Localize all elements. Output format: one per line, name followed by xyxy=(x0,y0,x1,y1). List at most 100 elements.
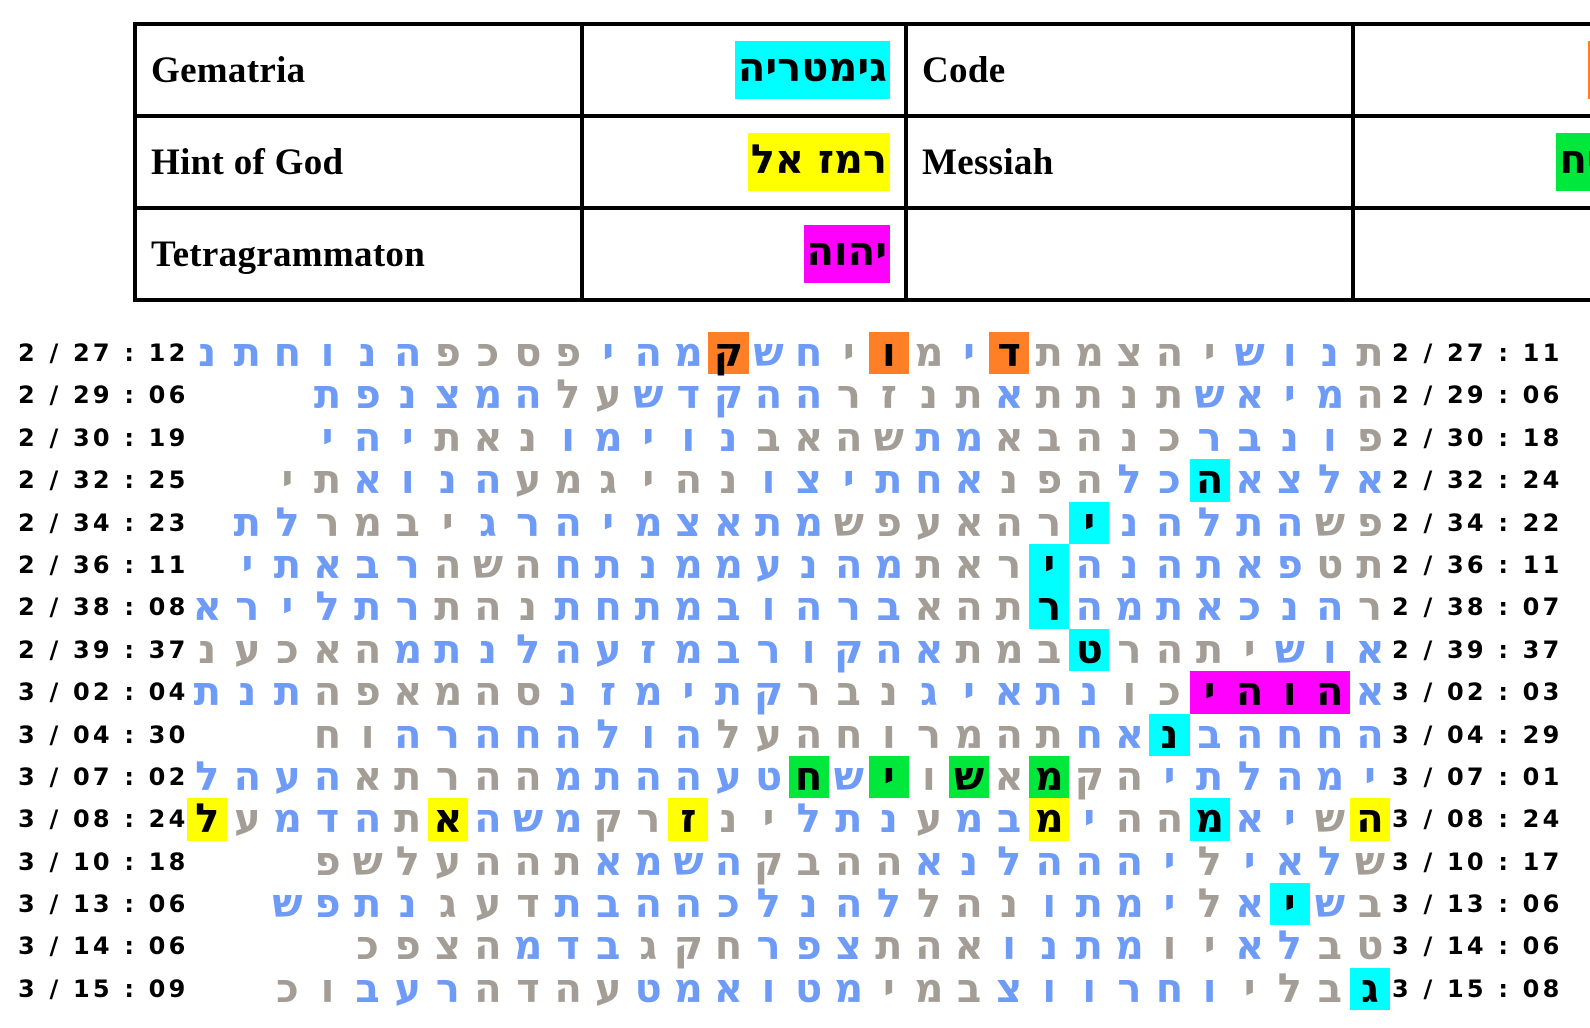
letter-cell: ט xyxy=(754,753,783,800)
letter-cell: א xyxy=(1195,584,1225,631)
verse-ref-right: 2 / 30 : 18 xyxy=(1392,423,1563,452)
letter-cell: י xyxy=(1083,796,1096,843)
legend-label-code: Code xyxy=(922,49,1006,91)
letter-cell: פ xyxy=(314,881,341,928)
legend-row: Gematria גימטריה Code קוד xyxy=(133,22,1590,118)
letter-cell: ר xyxy=(515,499,541,546)
letter-grid-row: השיאמההימבמענתלינזרקמשהאתהדמעל xyxy=(186,796,1390,843)
letter-cell: ו xyxy=(761,965,776,1012)
letter-cell-highlighted: ר xyxy=(1029,586,1070,629)
letter-cell: פ xyxy=(434,330,461,376)
letter-cell: ה xyxy=(714,838,743,885)
legend-label-messiah: Messiah xyxy=(922,141,1054,183)
letter-cell: צ xyxy=(434,372,461,419)
letter-cell-highlighted: י xyxy=(1069,501,1110,544)
verse-ref-left: 2 / 27 : 12 xyxy=(18,339,189,367)
letter-cell xyxy=(187,925,227,967)
letter-cell: ב xyxy=(1237,414,1262,461)
letter-cell: ר xyxy=(1357,584,1382,631)
letter-cell-highlighted: ז xyxy=(668,798,709,841)
letter-cell-highlighted: ט xyxy=(1069,628,1110,672)
letter-cell: ש xyxy=(833,499,864,546)
letter-cell: ה xyxy=(1155,796,1184,843)
letter-cell: י xyxy=(842,330,855,376)
verse-ref-left: 2 / 39 : 37 xyxy=(18,635,189,664)
legend-cell-label: Gematria xyxy=(133,22,584,118)
letter-cell: ר xyxy=(435,965,460,1012)
letter-cell: ד xyxy=(556,923,580,970)
letter-cell: ה xyxy=(1035,838,1063,885)
letter-cell: א xyxy=(713,499,744,546)
letter-cell xyxy=(187,714,227,756)
legend-cell-label: Hint of God xyxy=(133,114,584,210)
letter-cell-highlighted: נ xyxy=(1149,713,1190,756)
letter-cell: ר xyxy=(836,372,861,419)
letter-cell: ר xyxy=(395,584,420,631)
letter-cell: ש xyxy=(673,838,704,885)
letter-cell: ת xyxy=(1356,330,1384,376)
letter-grid-row: ימהלתיהקמאשוישחטעההתמההרתאהעהל xyxy=(186,753,1390,800)
letter-cell: ת xyxy=(353,584,382,631)
letter-cell: י xyxy=(401,414,414,461)
letter-cell: י xyxy=(1283,372,1296,419)
letter-cell: ש xyxy=(1274,626,1305,673)
letter-cell: ו xyxy=(1202,965,1217,1012)
letter-cell: י xyxy=(321,414,334,461)
letter-cell: ת xyxy=(394,753,422,800)
letter-cell: ת xyxy=(313,372,342,419)
letter-cell: ה xyxy=(794,372,823,419)
letter-cell: כ xyxy=(717,881,740,928)
letter-cell: ת xyxy=(1075,372,1103,419)
letter-cell: א xyxy=(1235,923,1265,970)
letter-cell: ה xyxy=(834,541,863,588)
verse-ref-left: 2 / 36 : 11 xyxy=(18,550,189,579)
letter-cell: ש xyxy=(633,372,664,419)
letter-cell: ה xyxy=(554,626,582,673)
letter-cell: ת xyxy=(273,669,302,716)
letter-cell: ת xyxy=(915,541,943,588)
verse-ref-left: 2 / 30 : 19 xyxy=(18,423,189,452)
letter-cell: ה xyxy=(674,457,703,504)
letter-cell: ג xyxy=(919,669,938,716)
letter-cell: ב xyxy=(796,838,821,885)
letter-cell: ה xyxy=(474,669,502,716)
letter-grid-row: בשיאלימתונהללהנלכההבתדעגנתפש xyxy=(186,881,1390,928)
letter-cell: ה xyxy=(474,711,502,758)
letter-cell: נ xyxy=(879,669,898,716)
letter-cell: ז xyxy=(600,669,617,716)
letter-cell: א xyxy=(994,372,1024,419)
letter-cell: ו xyxy=(400,457,415,504)
legend-cell-hebrew: יהוה xyxy=(580,206,908,302)
letter-cell: ע xyxy=(755,541,782,588)
letter-cell: נ xyxy=(1080,669,1099,716)
letter-cell xyxy=(267,925,307,967)
letter-cell: א xyxy=(914,838,944,885)
letter-cell: ל xyxy=(515,626,541,673)
letter-cell: י xyxy=(762,796,775,843)
letter-cell xyxy=(227,883,267,925)
letter-cell: ה xyxy=(834,838,863,885)
letter-cell: ה xyxy=(514,541,542,588)
letter-cell: ת xyxy=(1155,584,1184,631)
letter-cell: י xyxy=(1243,838,1256,885)
letter-cell: ר xyxy=(1197,414,1222,461)
letter-cell: א xyxy=(994,669,1024,716)
letter-cell-highlighted: א xyxy=(427,798,468,841)
letter-cell: נ xyxy=(959,838,979,885)
letter-cell: מ xyxy=(713,541,743,588)
letter-cell: ל xyxy=(997,838,1022,885)
letter-cell: מ xyxy=(1114,923,1144,970)
letter-cell: מ xyxy=(1114,881,1144,928)
letter-cell: ה xyxy=(995,711,1023,758)
letter-cell: א xyxy=(1355,669,1385,716)
letter-cell: ה xyxy=(474,923,502,970)
letter-grid-row: תנושיהצמתדימויחשקמהיפסכפהנוחתנ xyxy=(186,330,1390,376)
letter-cell: ת xyxy=(1195,753,1224,800)
letter-cell xyxy=(267,417,307,459)
letter-cell: ת xyxy=(634,584,662,631)
letter-cell: ל xyxy=(1277,923,1302,970)
verse-ref-right: 2 / 36 : 11 xyxy=(1392,550,1563,579)
verse-ref-right: 2 / 38 : 07 xyxy=(1392,593,1563,622)
letter-cell: א xyxy=(1275,838,1305,885)
letter-cell: כ xyxy=(356,923,379,970)
